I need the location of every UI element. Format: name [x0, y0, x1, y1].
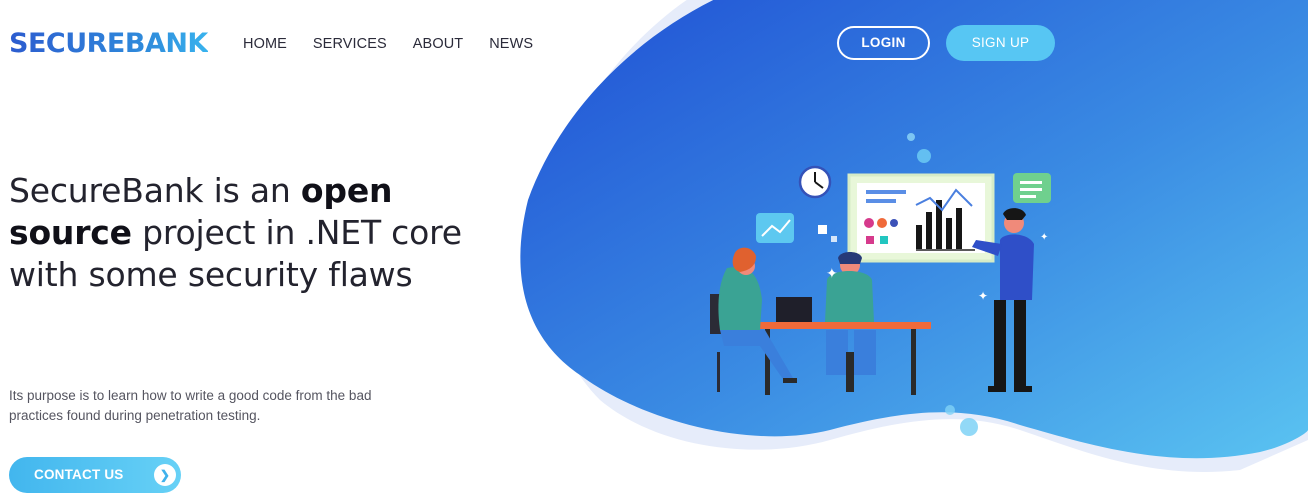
- nav-item-about[interactable]: ABOUT: [413, 35, 463, 53]
- hero-title-bold-open: open: [300, 171, 393, 210]
- hero-title-bold-source: source: [9, 213, 132, 252]
- nav-item-news[interactable]: NEWS: [489, 35, 533, 53]
- nav-item-services[interactable]: SERVICES: [313, 35, 387, 53]
- nav-item-home[interactable]: HOME: [243, 35, 287, 53]
- svg-text:✦: ✦: [978, 289, 988, 303]
- hero-description: Its purpose is to learn how to write a g…: [9, 388, 372, 423]
- login-button[interactable]: LOGIN: [837, 26, 930, 60]
- contact-us-button[interactable]: CONTACT US ❯: [9, 457, 181, 493]
- message-bubble-icon: [1013, 173, 1051, 203]
- chevron-right-icon: ❯: [154, 464, 176, 486]
- chart-bubble-icon: [756, 213, 794, 243]
- signup-button[interactable]: SIGN UP: [946, 25, 1055, 61]
- main-nav: HOME SERVICES ABOUT NEWS: [243, 35, 559, 53]
- contact-us-label: CONTACT US: [34, 467, 124, 482]
- hero-title: SecureBank is an open source project in …: [9, 170, 489, 296]
- clock-icon: [798, 165, 832, 199]
- svg-text:✦: ✦: [1040, 232, 1048, 243]
- svg-text:✦: ✦: [826, 266, 838, 282]
- hero-title-pre: SecureBank is an: [9, 171, 301, 210]
- whiteboard: [847, 173, 995, 263]
- brand-logo[interactable]: SECUREBANK: [9, 28, 208, 60]
